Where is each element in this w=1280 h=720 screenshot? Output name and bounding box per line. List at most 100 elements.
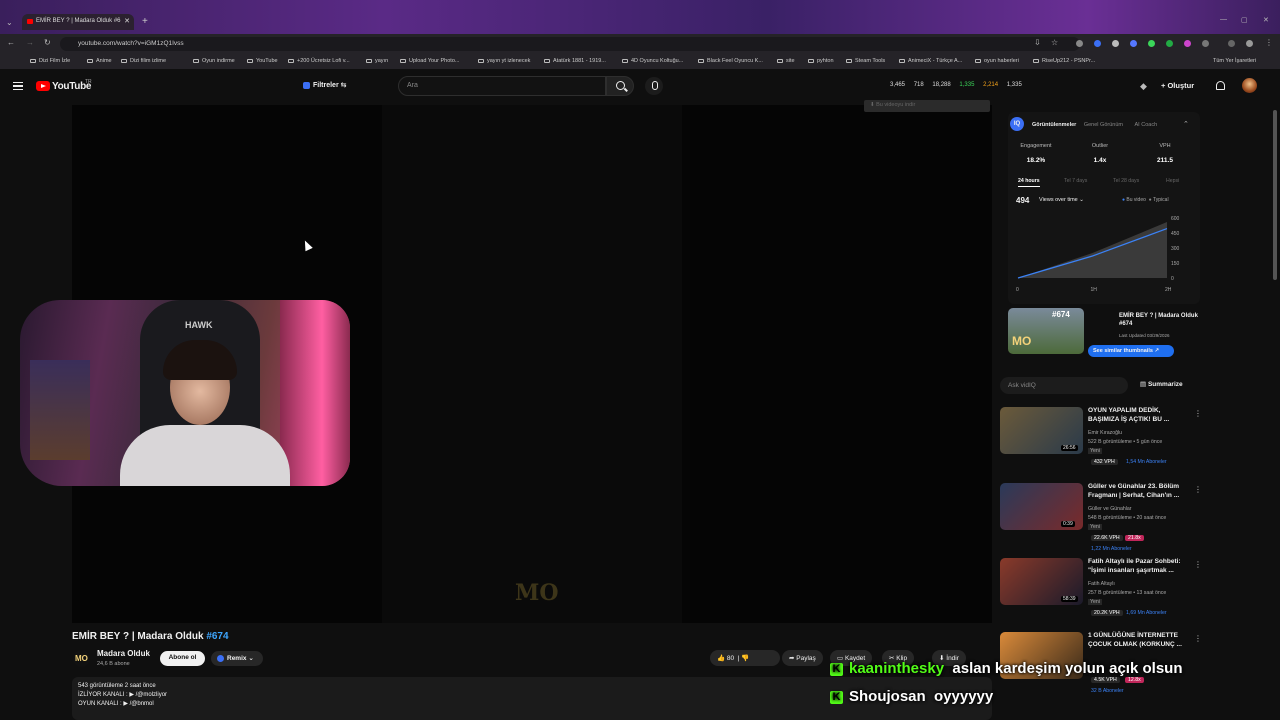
extension-icon[interactable] — [1130, 40, 1137, 47]
search-button[interactable] — [606, 76, 634, 96]
forward-icon[interactable]: → — [26, 38, 34, 47]
scrollbar[interactable] — [1273, 110, 1277, 280]
menu-dots-icon[interactable]: ⋮ — [1265, 38, 1273, 47]
youtube-logo-icon[interactable] — [36, 81, 50, 91]
bookmark-item[interactable]: AnimeciX - Türkçe A... — [899, 58, 962, 64]
video-title[interactable]: OYUN YAPALIM DEDİK, BAŞIMIZA İŞ AÇTIK! B… — [1088, 407, 1188, 424]
bookmark-item[interactable]: Dizi filim izlime — [121, 58, 166, 64]
extensions-puzzle-icon[interactable] — [1202, 40, 1209, 47]
reload-icon[interactable]: ↻ — [44, 38, 51, 47]
maximize-button[interactable]: ▢ — [1241, 16, 1248, 24]
bookmark-item[interactable]: site — [777, 58, 795, 64]
video-duration: 58:39 — [1061, 596, 1078, 602]
thumbnail-preview[interactable]: #674 MO — [1008, 308, 1084, 354]
bookmark-item[interactable]: Anime — [87, 58, 112, 64]
microphone-icon[interactable] — [645, 77, 663, 95]
collapse-icon[interactable]: ⌃ — [1183, 120, 1189, 128]
summarize-button[interactable]: ▤ Summarize — [1140, 380, 1183, 388]
channel-name[interactable]: Güller ve Günahlar — [1088, 506, 1132, 512]
more-options-icon[interactable]: ⋮ — [1194, 634, 1202, 643]
install-icon[interactable]: ⇩ — [1034, 38, 1041, 47]
video-title[interactable]: 1 GÜNLÜĞÜNE İNTERNETTE ÇOCUK OLMAK (KORK… — [1088, 632, 1188, 649]
similar-thumbnails-button[interactable]: See similar thumbnails ↗ — [1088, 345, 1174, 357]
extension-icon[interactable] — [1076, 40, 1083, 47]
notifications-icon[interactable] — [1216, 81, 1225, 90]
tab-search-icon[interactable]: ⌄ — [6, 18, 13, 27]
cast-icon[interactable]: ◆ — [1140, 81, 1147, 92]
bookmark-item[interactable]: YouTube — [247, 58, 278, 64]
search-input[interactable]: Ara — [398, 76, 606, 96]
share-button[interactable]: ➦ Paylaş — [782, 650, 823, 666]
browser-tab[interactable]: EMİR BEY ? | Madara Olduk #6 ✕ — [22, 14, 134, 30]
bookmark-star-icon[interactable]: ☆ — [1051, 38, 1058, 47]
new-badge: Yeni — [1088, 599, 1102, 605]
recommended-video[interactable]: 26:56 OYUN YAPALIM DEDİK, BAŞIMIZA İŞ AÇT… — [1000, 407, 1202, 479]
bookmark-item[interactable]: yayın — [366, 58, 388, 64]
video-hashtag[interactable]: #674 — [206, 631, 228, 642]
all-bookmarks[interactable]: Tüm Yer İşaretleri — [1213, 58, 1256, 64]
profile-icon[interactable] — [1246, 40, 1253, 47]
channel-name[interactable]: Fatih Altaylı — [1088, 581, 1115, 587]
channel-name[interactable]: Madara Olduk — [97, 649, 150, 658]
avatar[interactable] — [1242, 78, 1257, 93]
extension-icon[interactable] — [1112, 40, 1119, 47]
bookmark-item[interactable]: oyun haberleri — [975, 58, 1019, 64]
menu-icon[interactable] — [13, 82, 23, 90]
bookmark-item[interactable]: pyhton — [808, 58, 834, 64]
download-video-button[interactable]: ⬇ Bu videoyu indir — [864, 100, 990, 112]
filters-button[interactable]: Filtreler ⇆ — [303, 81, 347, 89]
bookmark-item[interactable]: yayın yt izlenecek — [478, 58, 530, 64]
back-icon[interactable]: ← — [7, 38, 15, 47]
video-title[interactable]: Fatih Altaylı ile Pazar Sohbeti: "İşimi … — [1088, 558, 1188, 575]
x-tick-label: 0 — [1016, 287, 1019, 292]
tab-close-icon[interactable]: ✕ — [124, 17, 130, 25]
subscribe-button[interactable]: Abone ol — [160, 651, 205, 666]
extension-icon[interactable] — [1166, 40, 1173, 47]
filters-label: Filtreler — [313, 82, 339, 89]
more-options-icon[interactable]: ⋮ — [1194, 485, 1202, 494]
minimize-button[interactable]: — — [1220, 16, 1227, 23]
recommended-video[interactable]: 58:39 Fatih Altaylı ile Pazar Sohbeti: "İ… — [1000, 558, 1202, 630]
y-tick-label: 150 — [1171, 261, 1180, 267]
bookmark-item[interactable]: Atatürk 1881 - 1919... — [544, 58, 606, 64]
ask-vidiq-input[interactable]: Ask vidIQ — [1000, 377, 1128, 394]
bookmark-item[interactable]: 4D Oyuncu Koltuğu... — [622, 58, 683, 64]
bookmark-label: +200 Ücretsiz Lofi v... — [297, 58, 350, 64]
video-title[interactable]: Güller ve Günahlar 23. Bölüm Fragmanı | … — [1088, 483, 1188, 500]
channel-name[interactable]: Emir Kırazoğlu — [1088, 430, 1122, 436]
range-28d[interactable]: Tel 28 days — [1113, 178, 1139, 184]
more-options-icon[interactable]: ⋮ — [1194, 409, 1202, 418]
remix-button[interactable]: Remix ⌄ — [211, 651, 263, 666]
extension-icon[interactable] — [1148, 40, 1155, 47]
close-window-button[interactable]: ✕ — [1263, 16, 1269, 24]
bookmark-item[interactable]: Dizi Film İzle — [30, 58, 70, 64]
range-all[interactable]: Hepsi — [1166, 178, 1179, 184]
folder-icon — [478, 58, 484, 63]
recommended-video[interactable]: 0:39 Güller ve Günahlar 23. Bölüm Fragman… — [1000, 483, 1202, 555]
url-field[interactable]: youtube.com/watch?v=iGM1zQ1Ivss — [60, 37, 1080, 51]
bookmark-item[interactable]: +200 Ücretsiz Lofi v... — [288, 58, 350, 64]
new-tab-button[interactable]: + — [142, 16, 148, 27]
tab-views[interactable]: Görüntülenmeler — [1032, 122, 1076, 128]
range-24h[interactable]: 24 hours — [1018, 178, 1040, 187]
bookmark-item[interactable]: Black Feel Oyuncu K... — [698, 58, 763, 64]
tab-ai-coach[interactable]: AI Coach — [1135, 122, 1158, 128]
bookmark-item[interactable]: Upload Your Photo... — [400, 58, 459, 64]
tab-overview[interactable]: Genel Görünüm — [1084, 122, 1123, 128]
folder-icon — [899, 58, 905, 63]
y-tick-label: 0 — [1171, 276, 1174, 282]
channel-avatar[interactable]: MO — [73, 650, 90, 667]
country-code: TR — [85, 79, 92, 85]
chat-text: aslan kardeşim yolun açık olsun — [952, 660, 1183, 677]
webcam-background — [30, 360, 90, 460]
bookmark-item[interactable]: Steam Tools — [846, 58, 885, 64]
like-dislike-button[interactable]: 👍 80 | 👎 — [710, 650, 780, 666]
bookmark-item[interactable]: Oyun indirme — [193, 58, 235, 64]
extension-icon[interactable] — [1184, 40, 1191, 47]
bookmark-item[interactable]: RiseUp212 - PSNPr... — [1033, 58, 1095, 64]
sidebar-icon[interactable] — [1228, 40, 1235, 47]
create-button[interactable]: + Oluştur — [1161, 81, 1194, 90]
more-options-icon[interactable]: ⋮ — [1194, 560, 1202, 569]
range-7d[interactable]: Tel 7 days — [1064, 178, 1087, 184]
extension-icon[interactable] — [1094, 40, 1101, 47]
